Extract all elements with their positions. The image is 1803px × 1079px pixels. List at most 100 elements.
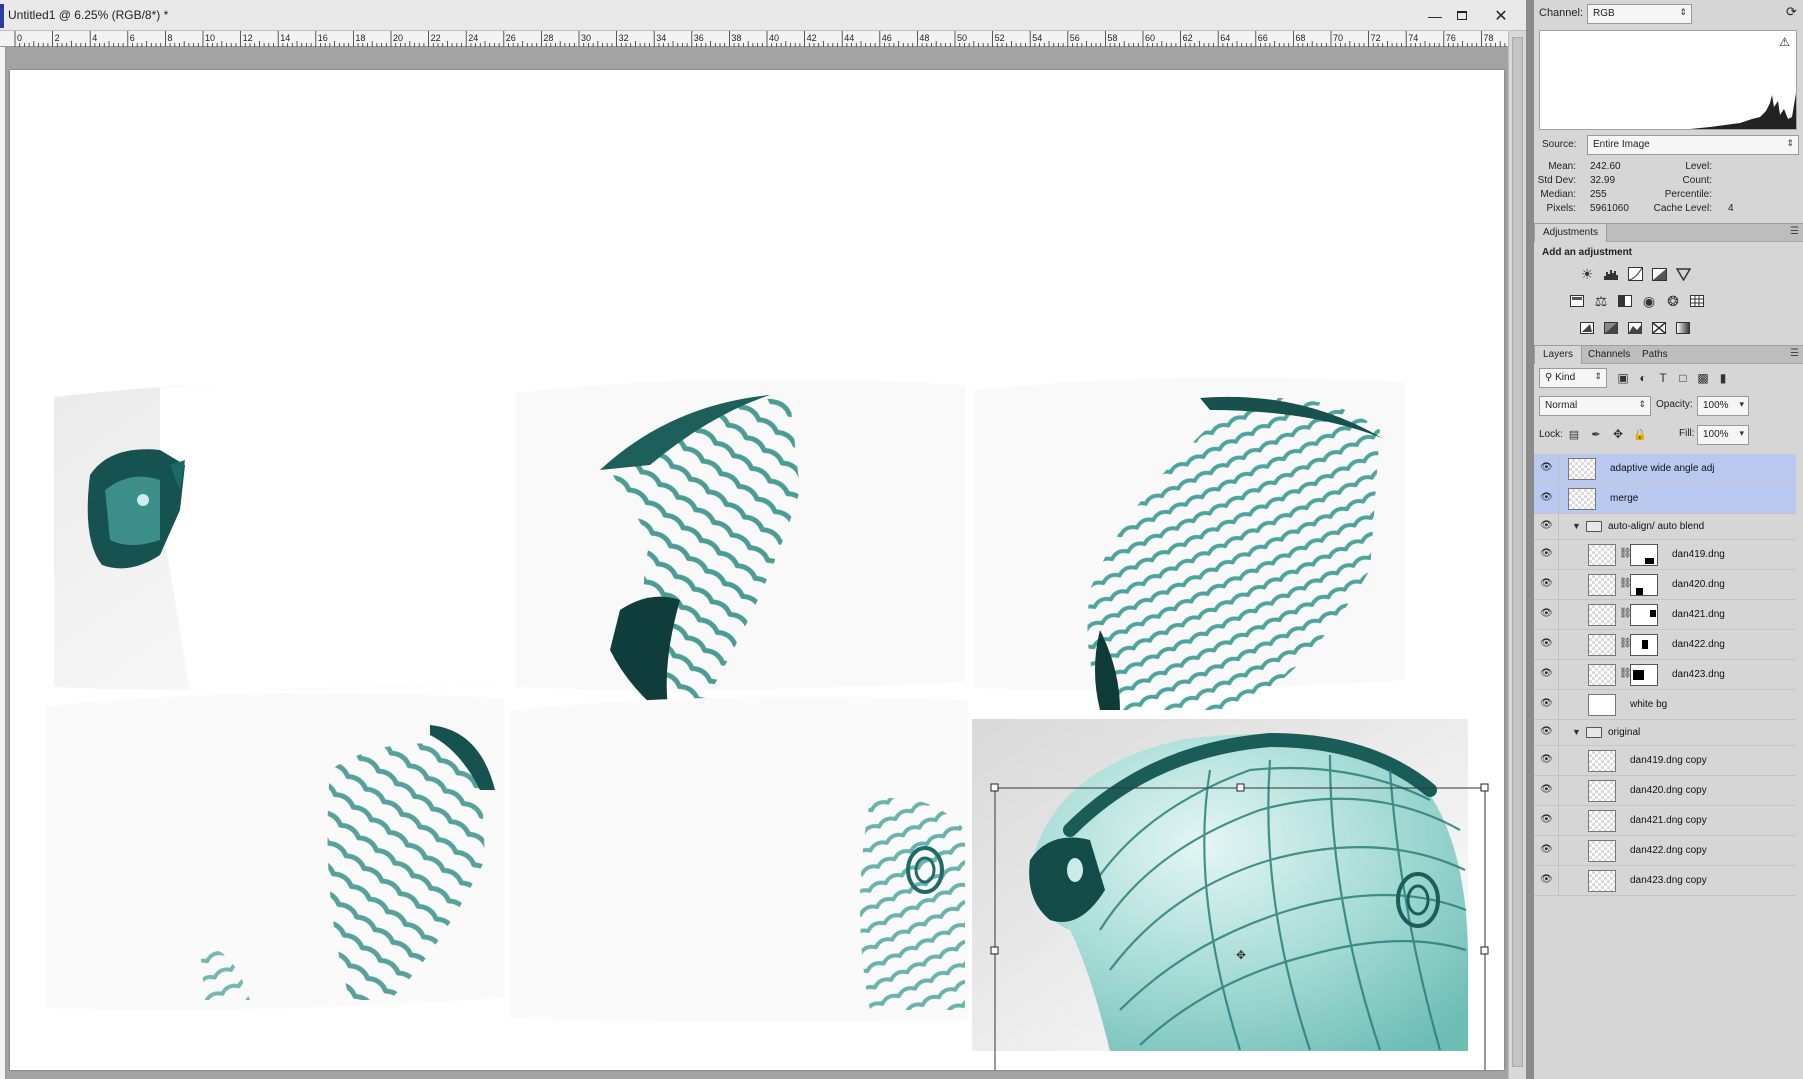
ruler-label: 8 [167,33,172,43]
layer-group-row[interactable]: 👁 ▼ auto-align/ auto blend [1534,514,1796,540]
eye-visibility-icon[interactable]: 👁 [1540,578,1554,589]
expand-toggle-icon[interactable]: ▼ [1572,521,1581,531]
layer-filter-kind[interactable]: ⚲ Kind ⇕ [1539,368,1607,388]
cache-level-value: 4 [1728,203,1734,214]
tab-channels[interactable]: Channels [1580,346,1638,364]
layer-mask-thumbnail[interactable] [1630,544,1658,566]
filter-toggle-icon[interactable]: ▮ [1714,369,1732,387]
fill-input[interactable]: 100% ▾ [1697,425,1749,445]
pixels-value: 5961060 [1590,203,1629,214]
eye-visibility-icon[interactable]: 👁 [1540,726,1554,737]
eye-visibility-icon[interactable]: 👁 [1540,814,1554,825]
tab-paths[interactable]: Paths [1634,346,1676,364]
channel-select[interactable]: RGB ⇕ [1587,4,1692,24]
eye-visibility-icon[interactable]: 👁 [1540,784,1554,795]
maximize-button[interactable] [1449,6,1475,25]
layer-row[interactable]: 👁 dan422.dng copy [1534,836,1796,866]
column-divider [1558,454,1559,483]
eye-visibility-icon[interactable]: 👁 [1540,492,1554,503]
lock-position-move-icon[interactable]: ✥ [1609,425,1627,443]
exposure-icon[interactable] [1650,265,1668,283]
refresh-icon[interactable]: ⟳ [1786,4,1797,20]
ruler-label: 54 [1032,33,1042,43]
eye-visibility-icon[interactable]: 👁 [1540,548,1554,559]
filter-type-icon[interactable]: T [1654,369,1672,387]
layer-name: merge [1610,493,1639,504]
panel-menu-icon[interactable]: ☰ [1790,348,1799,359]
expand-toggle-icon[interactable]: ▼ [1572,727,1581,737]
lock-pixels-brush-icon[interactable]: ✒ [1587,425,1605,443]
vertical-ruler[interactable] [0,47,6,1079]
column-divider [1558,720,1559,745]
layer-row[interactable]: 👁 ⛓ dan419.dng [1534,540,1796,570]
close-button[interactable]: ✕ [1486,6,1516,25]
eye-visibility-icon[interactable]: 👁 [1540,844,1554,855]
layer-row[interactable]: 👁 ⛓ dan421.dng [1534,600,1796,630]
layer-row[interactable]: 👁 ⛓ dan422.dng [1534,630,1796,660]
lock-transparency-icon[interactable]: ▤ [1565,425,1583,443]
warning-icon[interactable]: ⚠ [1779,35,1790,49]
filter-smart-object-icon[interactable]: ▩ [1694,369,1712,387]
eye-visibility-icon[interactable]: 👁 [1540,638,1554,649]
channel-mixer-icon[interactable]: ❂ [1664,292,1682,310]
vibrance-icon[interactable] [1674,265,1692,283]
tab-adjustments[interactable]: Adjustments [1534,224,1608,242]
lock-all-icon[interactable]: 🔒 [1631,425,1649,443]
source-select[interactable]: Entire Image ⇕ [1587,135,1799,155]
layer-mask-thumbnail[interactable] [1630,574,1658,596]
layer-name: dan420.dng [1672,579,1725,590]
eye-visibility-icon[interactable]: 👁 [1540,520,1554,531]
document-titlebar[interactable]: Untitled1 @ 6.25% (RGB/8*) * — ✕ [0,0,1526,31]
photo-filter-icon[interactable]: ◉ [1640,292,1658,310]
eye-visibility-icon[interactable]: 👁 [1540,754,1554,765]
scrollbar-thumb[interactable] [1512,37,1523,1067]
brightness-icon[interactable]: ☀ [1578,265,1596,283]
selective-color-icon[interactable] [1650,319,1668,337]
threshold-icon[interactable] [1626,319,1644,337]
layer-row[interactable]: 👁 white bg [1534,690,1796,720]
layer-row[interactable]: 👁 dan421.dng copy [1534,806,1796,836]
eye-visibility-icon[interactable]: 👁 [1540,698,1554,709]
filter-adjustment-icon[interactable]: ◐ [1634,369,1652,387]
ruler-label: 44 [844,33,854,43]
ruler-label: 22 [431,33,441,43]
horizontal-ruler[interactable]: 0 2 4 6 8 10 12 14 16 18 20 22 24 26 28 30 32 34 36 38 40 42 4… [0,31,1508,47]
invert-icon[interactable] [1578,319,1596,337]
layer-mask-thumbnail[interactable] [1630,604,1658,626]
layer-row[interactable]: 👁 dan420.dng copy [1534,776,1796,806]
blend-mode-select[interactable]: Normal ⇕ [1539,396,1651,416]
filter-pixel-icon[interactable]: ▣ [1614,369,1632,387]
levels-icon[interactable] [1602,265,1620,283]
filter-shape-icon[interactable]: □ [1674,369,1692,387]
black-white-icon[interactable] [1616,292,1634,310]
minimize-button[interactable]: — [1422,6,1448,25]
right-panel-dock: Channel: RGB ⇕ ⟳ ⚠ Source: Entire Image … [1534,0,1803,1079]
document-canvas[interactable]: ✥ [10,70,1504,1070]
curves-icon[interactable] [1626,265,1644,283]
layer-row[interactable]: 👁 ⛓ dan423.dng [1534,660,1796,690]
panel-menu-icon[interactable]: ☰ [1790,226,1799,237]
opacity-input[interactable]: 100% ▾ [1697,396,1749,416]
eye-visibility-icon[interactable]: 👁 [1540,608,1554,619]
eye-visibility-icon[interactable]: 👁 [1540,668,1554,679]
layer-row[interactable]: 👁 ⛓ dan420.dng [1534,570,1796,600]
eye-visibility-icon[interactable]: 👁 [1540,462,1554,473]
panel-divider[interactable] [1526,0,1534,1079]
eye-visibility-icon[interactable]: 👁 [1540,874,1554,885]
vertical-scrollbar[interactable] [1508,31,1526,1079]
layer-row[interactable]: 👁 dan423.dng copy [1534,866,1796,896]
layer-group-row[interactable]: 👁 ▼ original [1534,720,1796,746]
gradient-map-icon[interactable] [1674,319,1692,337]
posterize-icon[interactable] [1602,319,1620,337]
layer-mask-thumbnail[interactable] [1630,634,1658,656]
layer-row[interactable]: 👁 merge [1534,484,1796,514]
layer-row[interactable]: 👁 adaptive wide angle adj [1534,454,1796,484]
layer-mask-thumbnail[interactable] [1630,664,1658,686]
tab-layers[interactable]: Layers [1534,346,1583,364]
count-label: Count: [1682,175,1712,186]
folder-icon [1586,521,1602,532]
hue-saturation-icon[interactable] [1568,292,1586,310]
layer-row[interactable]: 👁 dan419.dng copy [1534,746,1796,776]
color-lookup-icon[interactable] [1688,292,1706,310]
color-balance-icon[interactable]: ⚖ [1592,292,1610,310]
